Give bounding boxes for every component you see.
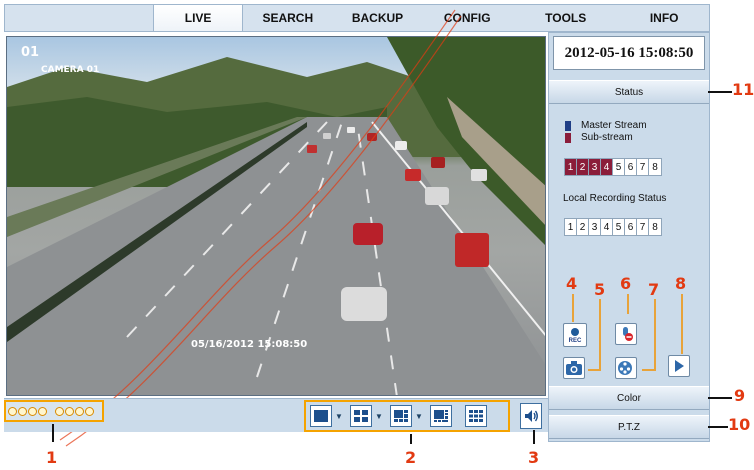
channel-led-6 xyxy=(65,406,74,416)
callout-1: 1 xyxy=(46,448,58,467)
master-stream-swatch xyxy=(565,120,571,131)
layout-eight-button[interactable] xyxy=(430,405,452,427)
snapshot-button[interactable] xyxy=(563,357,585,379)
channel-led-2 xyxy=(18,406,27,416)
stream-channel-7: 7 xyxy=(637,159,649,175)
layout-six-button[interactable] xyxy=(390,405,412,427)
screen-layout-group: ▼ ▼ ▼ xyxy=(304,400,510,432)
audio-button[interactable] xyxy=(520,403,542,429)
stream-channel-4: 4 xyxy=(601,159,613,175)
legend-sub-label: Sub-stream xyxy=(581,132,633,143)
legend-sub-row: Sub-stream xyxy=(565,132,633,143)
callout-9: 9 xyxy=(734,386,746,405)
status-button[interactable]: Status xyxy=(549,80,709,104)
sub-stream-swatch xyxy=(565,132,571,143)
audio-mute-button[interactable] xyxy=(615,323,637,345)
callout-8: 8 xyxy=(675,274,687,293)
record-button[interactable]: REC xyxy=(563,323,587,347)
callout-7-line xyxy=(654,299,656,369)
record-channel-5: 5 xyxy=(613,219,625,235)
channel-led-8 xyxy=(85,406,94,416)
mic-off-icon xyxy=(623,327,633,341)
stream-status-grid: 1 2 3 4 5 6 7 8 xyxy=(564,158,662,176)
callout-4: 4 xyxy=(566,274,578,293)
stream-channel-3: 3 xyxy=(589,159,601,175)
record-channel-4: 4 xyxy=(601,219,613,235)
play-button[interactable] xyxy=(668,355,690,377)
callout-8-line xyxy=(681,294,683,354)
nine-view-icon xyxy=(469,410,483,422)
layout-quad-button[interactable] xyxy=(350,405,372,427)
callout-4-line xyxy=(572,294,574,322)
channel-led-7 xyxy=(75,406,84,416)
callout-1-line xyxy=(52,424,54,442)
callout-3-line xyxy=(533,430,535,444)
single-view-icon xyxy=(314,410,328,422)
play-icon xyxy=(675,360,684,372)
stream-channel-8: 8 xyxy=(652,161,658,173)
record-status-grid: 1 2 3 4 5 6 7 8 xyxy=(564,218,662,236)
eight-view-icon xyxy=(434,410,448,422)
stream-channel-6: 6 xyxy=(625,159,637,175)
callout-2: 2 xyxy=(405,448,417,467)
legend-master-label: Master Stream xyxy=(581,120,647,131)
playback-reel-button[interactable] xyxy=(615,357,637,379)
channel-led-4 xyxy=(38,406,47,416)
channel-led-5 xyxy=(55,406,64,416)
record-channel-3: 3 xyxy=(589,219,601,235)
layout-single-dropdown[interactable]: ▼ xyxy=(335,412,343,421)
stream-channel-5: 5 xyxy=(613,159,625,175)
callout-3: 3 xyxy=(528,448,540,467)
record-channel-1: 1 xyxy=(565,219,577,235)
ptz-button[interactable]: P.T.Z xyxy=(549,415,709,439)
callout-6: 6 xyxy=(620,274,632,293)
svg-text:REC: REC xyxy=(569,338,582,344)
camera-icon xyxy=(566,361,582,375)
color-button[interactable]: Color xyxy=(549,386,709,410)
callout-10-line xyxy=(708,426,728,428)
callout-5-line-h xyxy=(588,369,601,371)
local-recording-label: Local Recording Status xyxy=(563,193,667,204)
speaker-icon xyxy=(525,410,538,422)
callout-2-line xyxy=(410,434,412,444)
callout-10: 10 xyxy=(728,415,751,434)
channel-led-1 xyxy=(8,406,17,416)
callout-9-line xyxy=(708,397,732,399)
layout-quad-dropdown[interactable]: ▼ xyxy=(375,412,383,421)
record-channel-7: 7 xyxy=(637,219,649,235)
stream-channel-1: 1 xyxy=(565,159,577,175)
quad-view-icon xyxy=(354,410,368,422)
callout-7-line-h xyxy=(642,369,656,371)
callout-5-line xyxy=(599,299,601,369)
stream-channel-2: 2 xyxy=(577,159,589,175)
six-view-icon xyxy=(394,410,408,422)
callout-7: 7 xyxy=(648,280,660,299)
layout-single-button[interactable] xyxy=(310,405,332,427)
channel-led-3 xyxy=(28,406,37,416)
callout-6-line xyxy=(627,294,629,314)
callout-11: 11 xyxy=(732,80,754,99)
system-datetime: 2012-05-16 15:08:50 xyxy=(553,36,705,70)
layout-six-dropdown[interactable]: ▼ xyxy=(415,412,423,421)
rec-icon: REC xyxy=(569,328,582,344)
callout-11-line xyxy=(708,91,732,93)
callout-5: 5 xyxy=(594,280,606,299)
record-channel-2: 2 xyxy=(577,219,589,235)
record-channel-8: 8 xyxy=(652,221,658,233)
record-channel-6: 6 xyxy=(625,219,637,235)
film-reel-icon xyxy=(618,361,632,375)
channel-indicator-group xyxy=(4,400,104,422)
legend-master-row: Master Stream xyxy=(565,120,647,131)
layout-nine-button[interactable] xyxy=(465,405,487,427)
